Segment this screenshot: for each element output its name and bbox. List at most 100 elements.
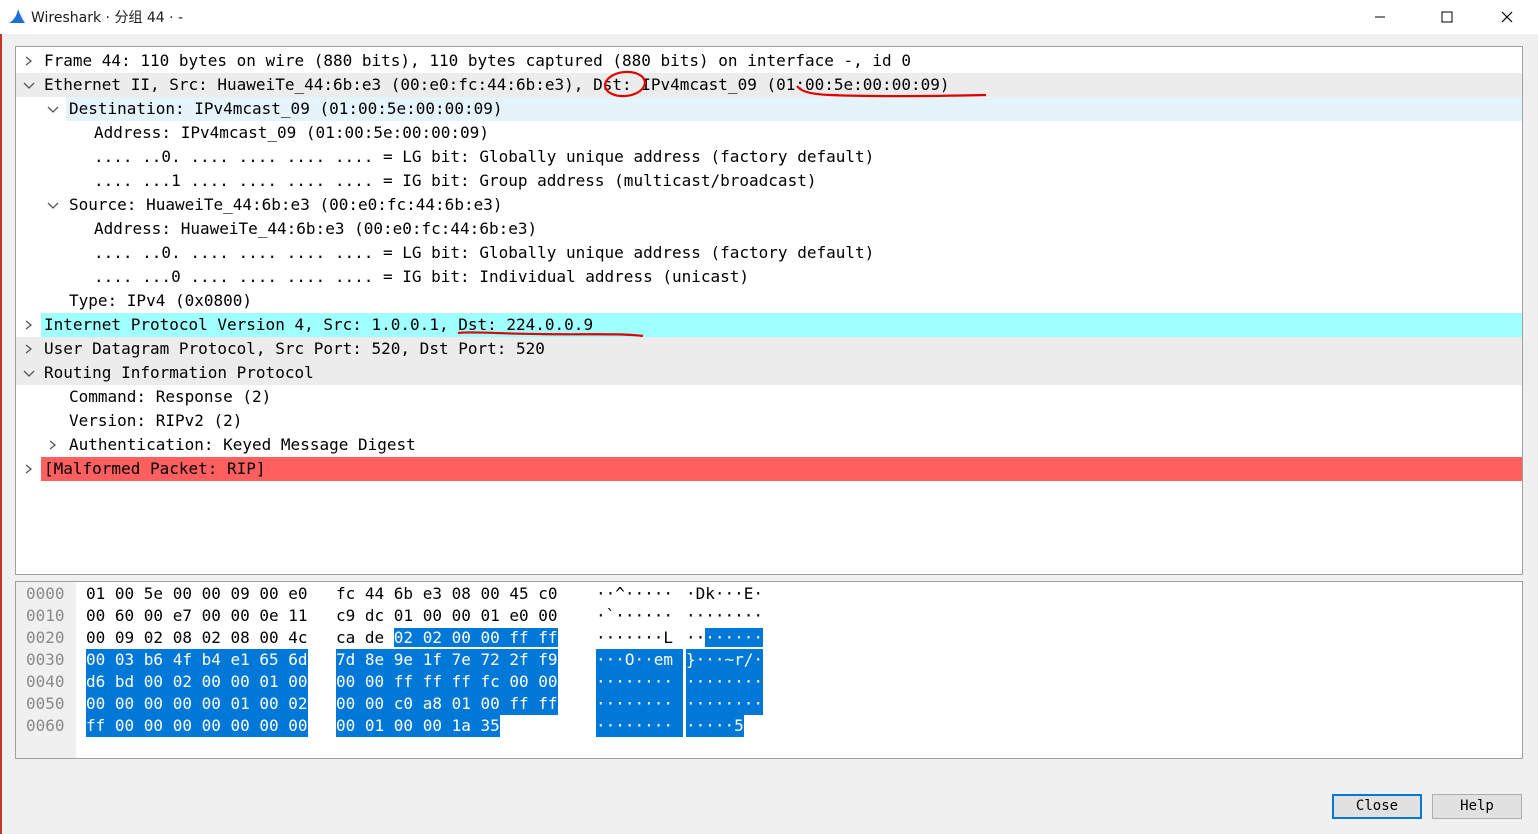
hex-offset: 0050 (26, 694, 65, 713)
ascii-left[interactable]: ···O··em (596, 649, 683, 671)
ascii-right[interactable]: ········ (686, 605, 763, 627)
tree-item-label: Ethernet II, Src: HuaweiTe_44:6b:e3 (00:… (44, 75, 950, 94)
packet-bytes-pane[interactable]: 0000 01 00 5e 00 00 09 00 e0 fc 44 6b e3 0… (15, 581, 1523, 759)
hex-bytes-left[interactable]: ff 00 00 00 00 00 00 00 (86, 715, 308, 737)
hex-bytes-right[interactable]: ca de 02 02 00 00 ff ff (336, 627, 558, 649)
hex-bytes-left[interactable]: 01 00 5e 00 00 09 00 e0 (86, 583, 308, 605)
ascii-right[interactable]: ·Dk···E· (686, 583, 763, 605)
hex-bytes-left[interactable]: 00 00 00 00 00 01 00 02 (86, 693, 308, 715)
rip-row[interactable]: Routing Information Protocol (16, 361, 1522, 385)
tree-item-label: User Datagram Protocol, Src Port: 520, D… (44, 339, 545, 358)
hex-bytes-right[interactable]: 7d 8e 9e 1f 7e 72 2f f9 (336, 649, 558, 671)
rip-command-row[interactable]: Command: Response (2) (16, 385, 1522, 409)
help-button[interactable]: Help (1432, 794, 1522, 819)
frame-row[interactable]: Frame 44: 110 bytes on wire (880 bits), … (16, 49, 1522, 73)
tree-item-label: .... ..0. .... .... .... .... = LG bit: … (94, 243, 875, 262)
expand-arrow-icon[interactable] (22, 337, 36, 361)
expand-arrow-icon[interactable] (16, 217, 30, 241)
window-title: Wireshark · 分组 44 · - (31, 10, 184, 26)
expand-arrow-icon[interactable] (16, 409, 30, 433)
expand-arrow-icon[interactable] (16, 121, 30, 145)
rip-authentication-row[interactable]: Authentication: Keyed Message Digest (16, 433, 1522, 457)
expand-arrow-icon[interactable] (46, 433, 60, 457)
close-button[interactable]: Close (1332, 794, 1422, 819)
ascii-right[interactable]: }···~r/· (686, 649, 764, 671)
expand-arrow-icon[interactable] (16, 241, 30, 265)
expand-arrow-icon[interactable] (22, 361, 36, 385)
expand-arrow-icon[interactable] (22, 49, 36, 73)
tree-item-label: Address: HuaweiTe_44:6b:e3 (00:e0:fc:44:… (94, 219, 538, 238)
tree-item-label: .... ...1 .... .... .... .... = IG bit: … (94, 171, 817, 190)
ipv4-row[interactable]: Internet Protocol Version 4, Src: 1.0.0.… (16, 313, 1522, 337)
hex-bytes-left[interactable]: 00 09 02 08 02 08 00 4c (86, 627, 308, 649)
tree-item-label: Destination: IPv4mcast_09 (01:00:5e:00:0… (69, 99, 503, 118)
expand-arrow-icon[interactable] (16, 265, 30, 289)
hex-offset: 0040 (26, 672, 65, 691)
hex-offset: 0030 (26, 650, 65, 669)
expand-arrow-icon[interactable] (22, 457, 36, 481)
ethernet-row[interactable]: Ethernet II, Src: HuaweiTe_44:6b:e3 (00:… (16, 73, 1522, 97)
hex-offset: 0020 (26, 628, 65, 647)
hex-bytes-right[interactable]: fc 44 6b e3 08 00 45 c0 (336, 583, 558, 605)
maximize-button[interactable] (1424, 0, 1470, 34)
expand-arrow-icon[interactable] (16, 169, 30, 193)
ascii-right[interactable]: ········ (686, 627, 764, 649)
maximize-icon (1441, 11, 1453, 23)
close-window-button[interactable] (1484, 0, 1530, 34)
expand-arrow-icon[interactable] (22, 73, 36, 97)
malformed-packet-row[interactable]: [Malformed Packet: RIP] (16, 457, 1522, 481)
hex-bytes-left[interactable]: d6 bd 00 02 00 00 01 00 (86, 671, 308, 693)
type-row[interactable]: Type: IPv4 (0x0800) (16, 289, 1522, 313)
tree-item-label: .... ...0 .... .... .... .... = IG bit: … (94, 267, 750, 286)
dst-address-row[interactable]: Address: IPv4mcast_09 (01:00:5e:00:00:09… (16, 121, 1522, 145)
tree-item-label: Address: IPv4mcast_09 (01:00:5e:00:00:09… (94, 123, 489, 142)
src-address-row[interactable]: Address: HuaweiTe_44:6b:e3 (00:e0:fc:44:… (16, 217, 1522, 241)
hex-offset: 0000 (26, 584, 65, 603)
hex-bytes-left[interactable]: 00 03 b6 4f b4 e1 65 6d (86, 649, 308, 671)
tree-item-label: Command: Response (2) (69, 387, 272, 406)
expand-arrow-icon[interactable] (22, 313, 36, 337)
hex-bytes-left[interactable]: 00 60 00 e7 00 00 0e 11 (86, 605, 308, 627)
tree-item-label: Routing Information Protocol (44, 363, 314, 382)
expand-arrow-icon[interactable] (46, 193, 60, 217)
packet-details-tree[interactable]: Frame 44: 110 bytes on wire (880 bits), … (15, 46, 1523, 575)
tree-item-label: Authentication: Keyed Message Digest (69, 435, 416, 454)
tree-item-label: Type: IPv4 (0x0800) (69, 291, 253, 310)
ascii-left[interactable]: ·`······ (596, 605, 683, 627)
expand-arrow-icon[interactable] (16, 145, 30, 169)
ascii-right[interactable]: ·····5 (686, 715, 744, 737)
title-bar: Wireshark · 分组 44 · - (0, 0, 1538, 34)
hex-bytes-right[interactable]: 00 00 ff ff ff fc 00 00 (336, 671, 558, 693)
ascii-left[interactable]: ·······L (596, 627, 683, 649)
ascii-left[interactable]: ········ (596, 671, 683, 693)
ascii-right[interactable]: ········ (686, 693, 764, 715)
minimize-button[interactable] (1357, 0, 1403, 34)
expand-arrow-icon[interactable] (46, 97, 60, 121)
hex-offset: 0060 (26, 716, 65, 735)
window-edge (0, 34, 2, 834)
tree-item-label: Source: HuaweiTe_44:6b:e3 (00:e0:fc:44:6… (69, 195, 503, 214)
expand-arrow-icon[interactable] (16, 289, 30, 313)
dst-ig-bit-row[interactable]: .... ...1 .... .... .... .... = IG bit: … (16, 169, 1522, 193)
destination-row[interactable]: Destination: IPv4mcast_09 (01:00:5e:00:0… (16, 97, 1522, 121)
dst-lg-bit-row[interactable]: .... ..0. .... .... .... .... = LG bit: … (16, 145, 1522, 169)
udp-row[interactable]: User Datagram Protocol, Src Port: 520, D… (16, 337, 1522, 361)
hex-bytes-right[interactable]: 00 00 c0 a8 01 00 ff ff (336, 693, 558, 715)
minimize-icon (1375, 16, 1385, 18)
src-ig-bit-row[interactable]: .... ...0 .... .... .... .... = IG bit: … (16, 265, 1522, 289)
src-lg-bit-row[interactable]: .... ..0. .... .... .... .... = LG bit: … (16, 241, 1522, 265)
hex-bytes-right[interactable]: 00 01 00 00 1a 35 (336, 715, 500, 737)
wireshark-fin-icon (9, 9, 25, 23)
tree-item-label: Internet Protocol Version 4, Src: 1.0.0.… (44, 315, 594, 334)
source-row[interactable]: Source: HuaweiTe_44:6b:e3 (00:e0:fc:44:6… (16, 193, 1522, 217)
hex-bytes-right[interactable]: c9 dc 01 00 00 01 e0 00 (336, 605, 558, 627)
tree-item-label: .... ..0. .... .... .... .... = LG bit: … (94, 147, 875, 166)
hex-offset: 0010 (26, 606, 65, 625)
tree-item-label: Frame 44: 110 bytes on wire (880 bits), … (44, 51, 911, 70)
ascii-left[interactable]: ········ (596, 693, 683, 715)
expand-arrow-icon[interactable] (16, 385, 30, 409)
ascii-left[interactable]: ········ (596, 715, 683, 737)
ascii-left[interactable]: ··^····· (596, 583, 683, 605)
rip-version-row[interactable]: Version: RIPv2 (2) (16, 409, 1522, 433)
ascii-right[interactable]: ········ (686, 671, 764, 693)
